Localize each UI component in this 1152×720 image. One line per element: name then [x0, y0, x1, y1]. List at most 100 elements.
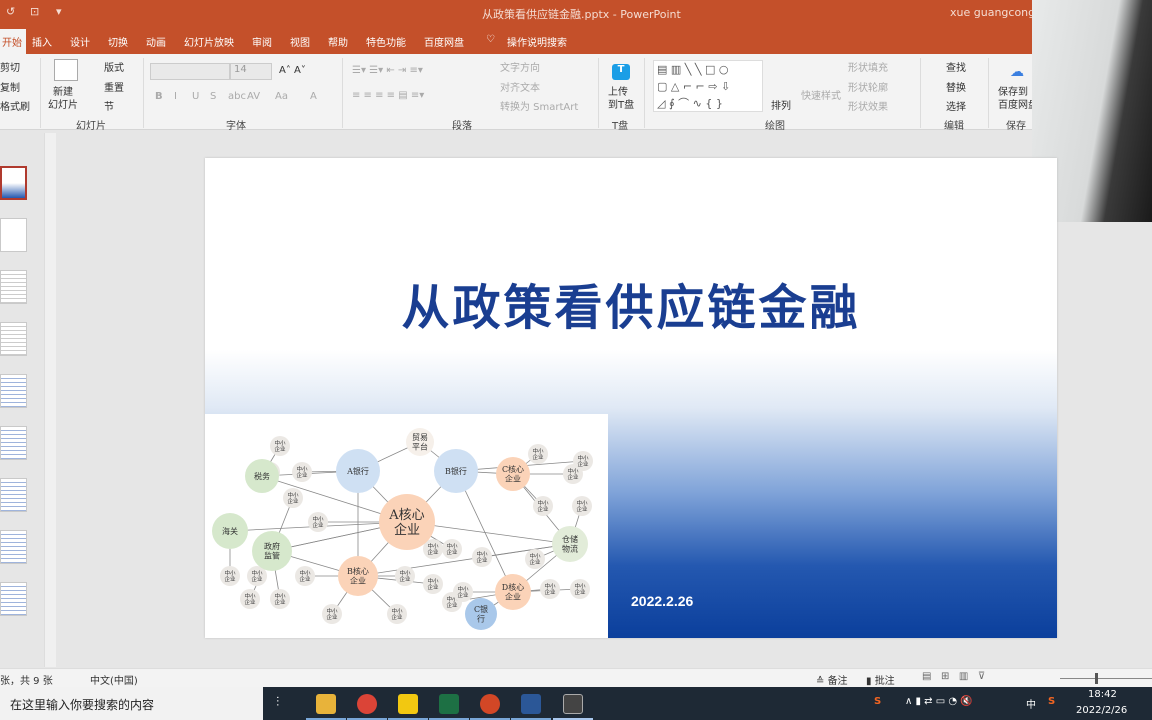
present-icon[interactable]: ⊡ — [30, 5, 39, 18]
excel-icon[interactable] — [439, 694, 459, 714]
copy-button[interactable]: 复制 — [0, 79, 20, 94]
tab-11[interactable]: 操作说明搜索 — [507, 34, 567, 49]
diagram-node-label: 企业 — [505, 591, 521, 601]
slide-thumbnail[interactable] — [0, 582, 27, 616]
sme-node-label: 企业 — [532, 453, 544, 461]
tab-9[interactable]: 特色功能 — [366, 34, 406, 49]
slide-date[interactable]: 2022.2.26 — [631, 593, 693, 609]
customize-icon[interactable]: ▾ — [56, 5, 62, 18]
thumbnail-scrollbar[interactable] — [44, 133, 56, 667]
shape-fill-button[interactable]: 形状填充 — [848, 59, 888, 74]
sme-node-label: 企业 — [446, 548, 458, 556]
language-status[interactable]: 中文(中国) — [90, 672, 138, 687]
undo-icon[interactable]: ↺ — [6, 5, 15, 18]
font-button-5[interactable]: AV — [247, 91, 260, 102]
sme-node-label: 企业 — [251, 575, 263, 583]
align-text-button[interactable]: 对齐文本 — [500, 79, 540, 94]
zoom-slider-thumb[interactable] — [1095, 673, 1098, 684]
slide-thumbnail[interactable] — [0, 374, 27, 408]
slide-thumbnail[interactable] — [0, 478, 27, 512]
font-button-2[interactable]: U — [192, 91, 199, 102]
text-direction-button[interactable]: 文字方向 — [500, 59, 540, 74]
sme-node-label: 企业 — [544, 588, 556, 596]
upload-tdisk-button[interactable]: 上传 到T盘 — [608, 86, 634, 112]
slide-thumbnail[interactable] — [0, 530, 27, 564]
tab-6[interactable]: 审阅 — [252, 34, 272, 49]
title-bar: ↺ ⊡ ▾ 从政策看供应链金融.pptx - PowerPoint xue gu… — [0, 0, 1152, 27]
recorder-icon[interactable] — [563, 694, 583, 714]
tab-0[interactable]: 开始 — [0, 29, 26, 54]
font-button-3[interactable]: S — [210, 91, 216, 102]
tab-3[interactable]: 切换 — [108, 34, 128, 49]
sme-node-label: 企业 — [274, 445, 286, 453]
sme-node-label: 中小 — [476, 550, 488, 558]
powerbi-icon[interactable] — [398, 694, 418, 714]
shapes-gallery[interactable]: ▤ ▥ ╲ ╲ □ ○ ▢ △ ⌐ ⌐ ⇨ ⇩ ◿ ∮ ⌒ ∿ { } — [653, 60, 763, 112]
sme-node-label: 企业 — [224, 575, 236, 583]
chrome-icon[interactable] — [357, 694, 377, 714]
tab-10[interactable]: 百度网盘 — [424, 34, 464, 49]
slide-title[interactable]: 从政策看供应链金融 — [205, 268, 1057, 338]
ime-indicator[interactable]: 中 — [1026, 696, 1036, 711]
zoom-slider[interactable] — [1060, 678, 1152, 679]
font-button-4[interactable]: abc — [228, 91, 246, 102]
font-button-0[interactable]: B — [155, 91, 163, 102]
notes-button[interactable]: ≙ 备注 — [816, 672, 848, 687]
slide-canvas[interactable]: 从政策看供应链金融 中小 企业 中小 企业 中小 企业 中小 企业 中小 企业 中小 企业 中小 企业 中小… — [205, 158, 1057, 638]
clock-date[interactable]: 2022/2/26 — [1076, 705, 1127, 716]
diagram-node-label: B核心 — [347, 566, 369, 576]
sogou-tray-icon[interactable]: S — [1048, 696, 1055, 707]
reset-button[interactable]: 重置 — [104, 79, 124, 94]
sme-node-label: 中小 — [576, 499, 588, 507]
user-name[interactable]: xue guangcong — [950, 6, 1035, 19]
sme-node-label: 中小 — [296, 465, 308, 473]
task-view-icon[interactable]: ⫶ — [276, 695, 279, 710]
bullets-icon[interactable]: ☰▾ ☰▾ ⇤ ⇥ ≡▾ — [352, 65, 423, 76]
comments-button[interactable]: ▮ 批注 — [866, 672, 895, 687]
sme-node-label: 中小 — [312, 515, 324, 523]
font-button-7[interactable]: A — [310, 91, 317, 102]
tab-2[interactable]: 设计 — [70, 34, 90, 49]
replace-button[interactable]: 替换 — [946, 79, 966, 94]
sme-node-label: 中小 — [529, 552, 541, 560]
find-button[interactable]: 查找 — [946, 59, 966, 74]
font-name-combo[interactable] — [150, 63, 230, 80]
align-icons[interactable]: ≡ ≡ ≡ ≡ ▤ ≡▾ — [352, 90, 424, 101]
tab-7[interactable]: 视图 — [290, 34, 310, 49]
sme-node-label: 企业 — [577, 460, 589, 468]
tray-icons[interactable]: ∧ ▮ ⇄ ▭ ◔ 🔇 — [905, 696, 973, 707]
sogou-icon[interactable]: S — [874, 696, 881, 707]
slide-thumbnail[interactable] — [0, 218, 27, 252]
word-icon[interactable] — [521, 694, 541, 714]
cut-button[interactable]: 剪切 — [0, 59, 20, 74]
section-button[interactable]: 节 — [104, 98, 114, 113]
font-grow-icon[interactable]: A˄ A˅ — [279, 65, 306, 76]
slide-thumbnail[interactable] — [0, 322, 27, 356]
sme-node-label: 中小 — [274, 592, 286, 600]
quick-styles-button[interactable]: 快速样式 — [801, 87, 841, 102]
tab-4[interactable]: 动画 — [146, 34, 166, 49]
slide-thumbnail[interactable] — [0, 270, 27, 304]
file-explorer-icon[interactable] — [316, 694, 336, 714]
smartart-button[interactable]: 转换为 SmartArt — [500, 98, 578, 113]
slide-thumbnail[interactable] — [0, 166, 27, 200]
supply-chain-diagram[interactable]: 中小 企业 中小 企业 中小 企业 中小 企业 中小 企业 中小 企业 中小 企业 中小 企业 中小 企业 中小 企业… — [205, 414, 608, 638]
view-buttons[interactable]: ▤ ⊞ ▥ ⊽ — [922, 671, 985, 682]
taskbar-search[interactable]: 在这里输入你要搜索的内容 — [0, 687, 263, 720]
font-button-1[interactable]: I — [174, 91, 177, 102]
tab-1[interactable]: 插入 — [32, 34, 52, 49]
clock-time[interactable]: 18:42 — [1088, 689, 1117, 700]
arrange-button[interactable]: 排列 — [771, 97, 791, 112]
font-size-combo[interactable]: 14 — [230, 63, 272, 80]
tab-8[interactable]: 帮助 — [328, 34, 348, 49]
shape-outline-button[interactable]: 形状轮廓 — [848, 79, 888, 94]
layout-button[interactable]: 版式 — [104, 59, 124, 74]
powerpoint-icon[interactable] — [480, 694, 500, 714]
shape-effects-button[interactable]: 形状效果 — [848, 98, 888, 113]
font-button-6[interactable]: Aa — [275, 91, 288, 102]
slide-thumbnail[interactable] — [0, 426, 27, 460]
new-slide-button[interactable]: 新建 幻灯片 — [48, 86, 78, 112]
select-button[interactable]: 选择 — [946, 98, 966, 113]
tab-5[interactable]: 幻灯片放映 — [184, 34, 234, 49]
format-painter-button[interactable]: 格式刷 — [0, 98, 30, 113]
